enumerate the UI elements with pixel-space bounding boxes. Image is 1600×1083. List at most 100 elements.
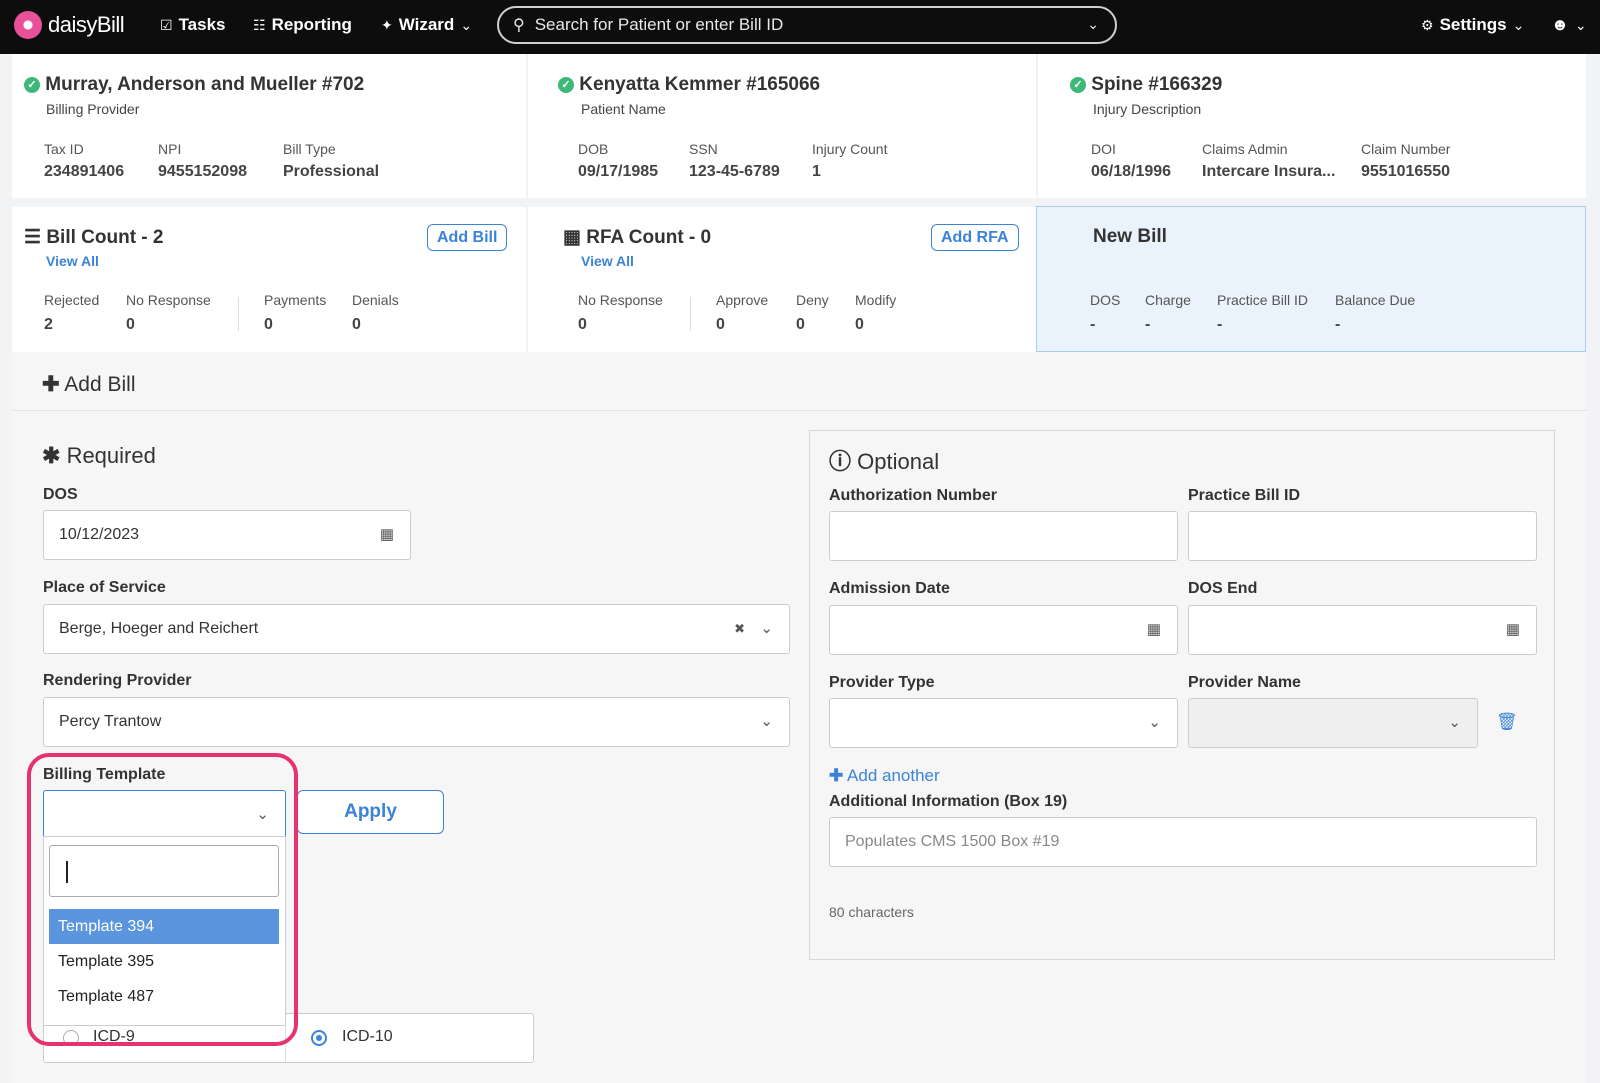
approve-label: Approve — [716, 292, 769, 308]
new-bill-dos-label: DOS — [1090, 292, 1121, 308]
search-input[interactable]: ⚲ Search for Patient or enter Bill ID ⌄ — [497, 6, 1117, 44]
provider-name-select[interactable]: ⌄ — [1188, 698, 1478, 748]
new-bill-title: New Bill — [1093, 226, 1167, 247]
claims-admin-label: Claims Admin — [1202, 141, 1288, 157]
doi-label: DOI — [1091, 141, 1116, 157]
clipboard-check-icon: ☑ — [160, 16, 173, 33]
nav-tasks[interactable]: ☑ Tasks — [160, 14, 226, 36]
nav-wizard[interactable]: ✦ Wizard ⌄ — [381, 14, 472, 36]
deny-value[interactable]: 0 — [796, 316, 805, 334]
required-heading: ✱ Required — [42, 443, 156, 468]
rfa-no-response-label: No Response — [578, 292, 663, 308]
injury-count-value: 1 — [812, 163, 821, 180]
new-bill-charge-value: - — [1145, 316, 1151, 333]
character-count: 80 characters — [829, 904, 914, 920]
clear-icon[interactable]: ✖ — [734, 605, 745, 653]
bill-no-response-value[interactable]: 0 — [126, 316, 135, 334]
modify-label: Modify — [855, 292, 897, 308]
bills-view-all-link[interactable]: View All — [46, 253, 99, 269]
authorization-number-label: Authorization Number — [829, 487, 997, 504]
box19-placeholder: Populates CMS 1500 Box #19 — [845, 833, 1060, 850]
divider — [690, 297, 691, 331]
gear-icon: ⚙ — [1421, 16, 1434, 33]
annotation-highlight — [27, 753, 298, 1046]
rfa-view-all-link[interactable]: View All — [581, 253, 634, 269]
provider-type-select[interactable]: ⌄ — [829, 698, 1178, 748]
chevron-down-icon: ⌄ — [460, 16, 473, 33]
calendar-icon[interactable]: ▦ — [1147, 606, 1161, 654]
billing-provider-title: ✓ Murray, Anderson and Mueller #702 — [24, 74, 364, 96]
doi-value: 06/18/1996 — [1091, 163, 1172, 180]
dos-field[interactable]: 10/12/2023 ▦ — [43, 510, 411, 560]
place-of-service-select[interactable]: Berge, Hoeger and Reichert ✖ ⌄ — [43, 604, 790, 654]
add-another-link[interactable]: ✚ Add another — [829, 766, 940, 786]
user-menu[interactable]: ☻ ⌄ — [1551, 14, 1587, 36]
injury-subtitle: Injury Description — [1093, 101, 1202, 117]
info-circle-icon: ⓘ — [829, 449, 852, 474]
nav-settings-label: Settings — [1439, 15, 1507, 34]
chevron-down-icon: ⌄ — [760, 713, 773, 730]
check-circle-icon: ✓ — [1070, 77, 1086, 93]
rendering-provider-select[interactable]: Percy Trantow ⌄ — [43, 697, 790, 747]
top-nav: daisyBill ☑ Tasks ☷ Reporting ✦ Wizard ⌄… — [0, 0, 1600, 54]
rejected-label: Rejected — [44, 292, 100, 308]
rejected-value[interactable]: 2 — [44, 316, 53, 334]
admission-date-label: Admission Date — [829, 580, 950, 597]
divider — [12, 410, 1587, 411]
admission-date-input[interactable]: ▦ — [829, 605, 1178, 655]
dos-end-input[interactable]: ▦ — [1188, 605, 1537, 655]
chevron-down-icon: ⌄ — [760, 620, 773, 637]
trash-icon[interactable]: 🗑 — [1496, 712, 1518, 732]
icd10-label: ICD-10 — [342, 1028, 393, 1045]
calendar-icon[interactable]: ▦ — [380, 511, 394, 559]
search-placeholder: Search for Patient or enter Bill ID — [534, 15, 784, 34]
npi-label: NPI — [158, 141, 182, 157]
ssn-label: SSN — [689, 141, 718, 157]
add-rfa-button[interactable]: Add RFA — [931, 224, 1019, 251]
rfa-count-title: ▦ RFA Count - 0 — [563, 227, 712, 248]
user-circle-icon: ☻ — [1551, 15, 1569, 34]
box19-input[interactable]: Populates CMS 1500 Box #19 — [829, 817, 1537, 867]
new-bill-charge-label: Charge — [1145, 292, 1191, 308]
dos-value: 10/12/2023 — [59, 526, 140, 543]
practice-bill-id-label: Practice Bill ID — [1188, 487, 1301, 504]
payments-value[interactable]: 0 — [264, 316, 273, 334]
modify-value[interactable]: 0 — [855, 316, 864, 334]
dob-label: DOB — [578, 141, 609, 157]
dos-end-label: DOS End — [1188, 580, 1258, 597]
authorization-number-input[interactable] — [829, 511, 1178, 561]
chevron-down-icon: ⌄ — [1148, 714, 1161, 731]
claim-number-value: 9551016550 — [1361, 163, 1450, 180]
bar-chart-icon: ☷ — [253, 16, 266, 33]
calendar-icon[interactable]: ▦ — [1506, 606, 1520, 654]
check-circle-icon: ✓ — [24, 77, 40, 93]
optional-heading: ⓘ Optional — [829, 449, 940, 474]
dos-label: DOS — [43, 486, 78, 503]
nav-reporting[interactable]: ☷ Reporting — [253, 14, 352, 36]
denials-value[interactable]: 0 — [352, 316, 361, 334]
bill-type-value: Professional — [283, 163, 380, 180]
rfa-no-response-value[interactable]: 0 — [578, 316, 587, 334]
nav-settings[interactable]: ⚙ Settings ⌄ — [1421, 14, 1524, 36]
daisy-icon — [14, 11, 42, 39]
npi-value: 9455152098 — [158, 163, 247, 180]
place-of-service-value: Berge, Hoeger and Reichert — [59, 620, 259, 637]
search-icon: ⚲ — [513, 17, 525, 34]
patient-subtitle: Patient Name — [581, 101, 666, 117]
place-of-service-label: Place of Service — [43, 579, 166, 596]
payments-label: Payments — [264, 292, 327, 308]
icd10-radio[interactable] — [311, 1030, 327, 1046]
practice-bill-id-input[interactable] — [1188, 511, 1537, 561]
check-circle-icon: ✓ — [558, 77, 574, 93]
new-bill-balance-value: - — [1335, 316, 1341, 333]
chevron-down-icon: ⌄ — [1448, 714, 1461, 731]
nav-reporting-label: Reporting — [271, 15, 352, 34]
bill-type-label: Bill Type — [283, 141, 336, 157]
approve-value[interactable]: 0 — [716, 316, 725, 334]
new-bill-practice-id-value: - — [1217, 316, 1223, 333]
brand-logo[interactable]: daisyBill — [14, 10, 125, 40]
claims-admin-value: Intercare Insura... — [1202, 163, 1336, 180]
add-bill-button[interactable]: Add Bill — [427, 224, 508, 251]
apply-template-button[interactable]: Apply — [297, 790, 444, 834]
provider-name-label: Provider Name — [1188, 674, 1301, 691]
